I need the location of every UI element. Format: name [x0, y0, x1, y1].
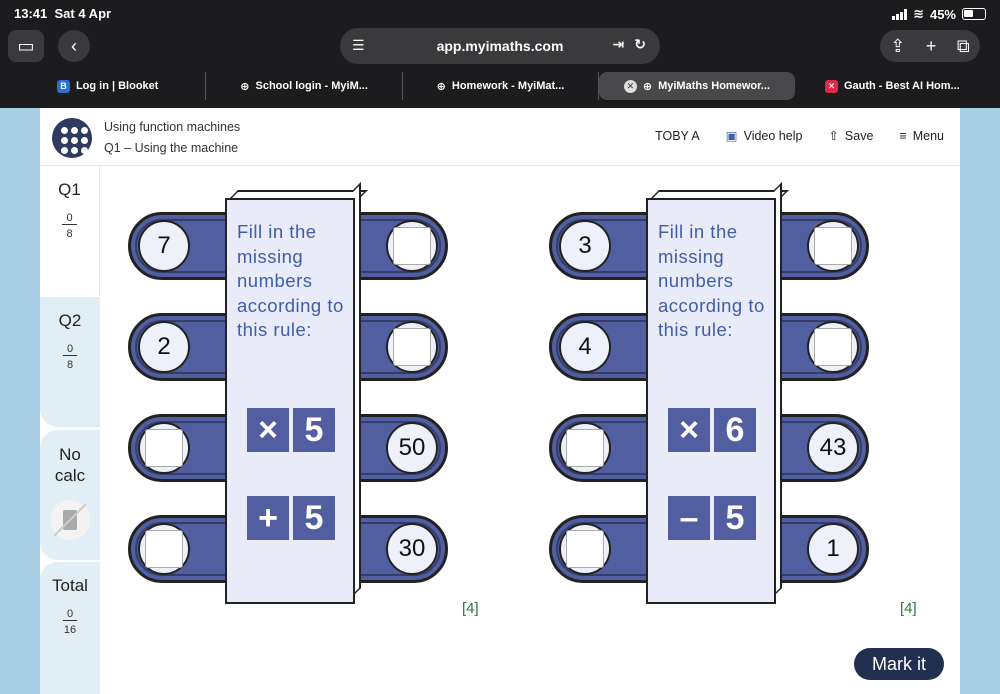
tabs-overview-icon[interactable]: ⧉	[957, 36, 970, 57]
reload-icon[interactable]: ↻	[634, 36, 646, 53]
operator-value: 5	[293, 496, 335, 540]
question-title: Q1 – Using the machine	[104, 141, 239, 155]
operator-symbol: +	[247, 496, 289, 540]
machine-box: Fill in the missing numbers according to…	[225, 182, 368, 604]
lesson-title: Using function machines	[104, 120, 241, 134]
sidebar-item-total: Total 0 16	[40, 562, 100, 694]
tab-school-login[interactable]: ⊕ School login - MyiM...	[206, 72, 403, 100]
answer-input[interactable]	[814, 328, 852, 366]
signal-icon	[892, 8, 908, 20]
operator-value: 6	[714, 408, 756, 452]
input-value: 4	[559, 321, 611, 373]
operation-1: × 5	[247, 408, 335, 452]
q1-score: 08	[62, 212, 77, 240]
menu-button[interactable]: ≡ Menu	[899, 129, 944, 143]
operator-symbol: ×	[668, 408, 710, 452]
answer-input[interactable]	[566, 530, 604, 568]
operation-1: × 6	[668, 408, 756, 452]
battery-icon	[962, 8, 986, 20]
operation-2: –5	[668, 496, 756, 540]
video-icon: ▣	[725, 129, 738, 143]
sidebar-item-q1[interactable]: Q1 08	[40, 166, 100, 296]
new-tab-icon[interactable]: +	[926, 36, 937, 57]
no-calculator-icon	[50, 500, 90, 540]
output-answer[interactable]	[807, 321, 859, 373]
answer-input[interactable]	[393, 328, 431, 366]
output-value: 30	[386, 523, 438, 575]
operator-value: 5	[714, 496, 756, 540]
lesson-panel: Using function machines Q1 – Using the m…	[40, 108, 960, 694]
function-machine-2: 3 4 43 1 Fill in the missing numbers acc…	[549, 182, 917, 630]
status-time: 13:41 Sat 4 Apr	[14, 6, 112, 21]
answer-input[interactable]	[393, 227, 431, 265]
tab-gauth[interactable]: ✕ Gauth - Best AI Hom...	[795, 72, 990, 100]
wifi-icon: ≋	[913, 6, 924, 21]
status-right: ≋ 45%	[892, 6, 986, 22]
sidebar-item-calculator: No calc	[40, 430, 100, 560]
address-bar[interactable]: ☰ app.myimaths.com ⇥ ↻	[340, 28, 660, 64]
input-answer[interactable]	[138, 523, 190, 575]
answer-input[interactable]	[814, 227, 852, 265]
sidebar-toggle-icon[interactable]: ▭	[8, 30, 44, 62]
input-value: 3	[559, 220, 611, 272]
save-button[interactable]: ⇧ Save	[828, 128, 873, 144]
input-value: 7	[138, 220, 190, 272]
input-answer[interactable]	[138, 422, 190, 474]
blooket-icon: B	[56, 79, 70, 93]
output-value: 1	[807, 523, 859, 575]
close-tab-icon[interactable]: ✕	[623, 79, 637, 93]
answer-input[interactable]	[566, 429, 604, 467]
marks-label: [4]	[900, 600, 917, 617]
battery-percent: 45%	[929, 6, 956, 22]
operation-2: +5	[247, 496, 335, 540]
answer-input[interactable]	[145, 429, 183, 467]
output-answer[interactable]	[807, 220, 859, 272]
q2-score: 08	[62, 343, 78, 371]
status-bar: 13:41 Sat 4 Apr ≋ 45%	[0, 0, 1000, 28]
globe-icon: ⊕	[436, 80, 446, 93]
myimaths-logo[interactable]	[52, 118, 92, 158]
tab-strip: B Log in | Blooket ⊕ School login - MyiM…	[0, 72, 1000, 102]
lesson-header: Using function machines Q1 – Using the m…	[40, 108, 960, 166]
output-value: 50	[386, 422, 438, 474]
globe-icon: ⊕	[642, 80, 653, 93]
function-machine-1: 7 2 50 30 Fill in the missing numbers ac…	[128, 182, 488, 630]
total-score: 0 16	[62, 608, 78, 636]
tab-homework[interactable]: ⊕ Homework - MyiMat...	[403, 72, 600, 100]
question-sidebar: Q1 08 Q2 08 No calc Total 0 16	[40, 166, 100, 694]
marks-label: [4]	[462, 600, 479, 617]
operator-symbol: –	[668, 496, 710, 540]
input-value: 2	[138, 321, 190, 373]
mark-it-button[interactable]: Mark it	[854, 648, 944, 680]
browser-toolbar: ▭ ‹ ☰ app.myimaths.com ⇥ ↻ ⇪ + ⧉	[0, 28, 1000, 64]
sidebar-item-q2[interactable]: Q2 08	[40, 297, 100, 427]
rule-text: Fill in the missing numbers according to…	[237, 221, 344, 340]
toolbar-actions: ⇪ + ⧉	[880, 30, 980, 62]
menu-icon: ≡	[899, 128, 907, 143]
tab-blooket[interactable]: B Log in | Blooket	[10, 72, 207, 100]
rule-text: Fill in the missing numbers according to…	[658, 221, 765, 340]
operator-value: 5	[293, 408, 335, 452]
machine-box: Fill in the missing numbers according to…	[646, 182, 789, 604]
gauth-icon: ✕	[824, 79, 838, 93]
input-answer[interactable]	[559, 422, 611, 474]
extension-icon[interactable]: ⇥	[613, 36, 625, 53]
input-answer[interactable]	[559, 523, 611, 575]
reader-icon[interactable]: ☰	[352, 37, 365, 54]
output-answer[interactable]	[386, 321, 438, 373]
output-value: 43	[807, 422, 859, 474]
share-icon[interactable]: ⇪	[890, 36, 905, 57]
page-background: Using function machines Q1 – Using the m…	[0, 108, 1000, 694]
user-name: TOBY A	[655, 128, 700, 143]
video-help-button[interactable]: ▣ Video help	[725, 128, 803, 144]
answer-input[interactable]	[145, 530, 183, 568]
tab-myimaths-homework[interactable]: ✕ ⊕ MyiMaths Homewor...	[599, 72, 795, 100]
back-button[interactable]: ‹	[58, 30, 90, 62]
output-answer[interactable]	[386, 220, 438, 272]
globe-icon: ⊕	[240, 80, 250, 93]
save-icon: ⇧	[828, 129, 839, 143]
url-text: app.myimaths.com	[436, 38, 564, 54]
operator-symbol: ×	[247, 408, 289, 452]
